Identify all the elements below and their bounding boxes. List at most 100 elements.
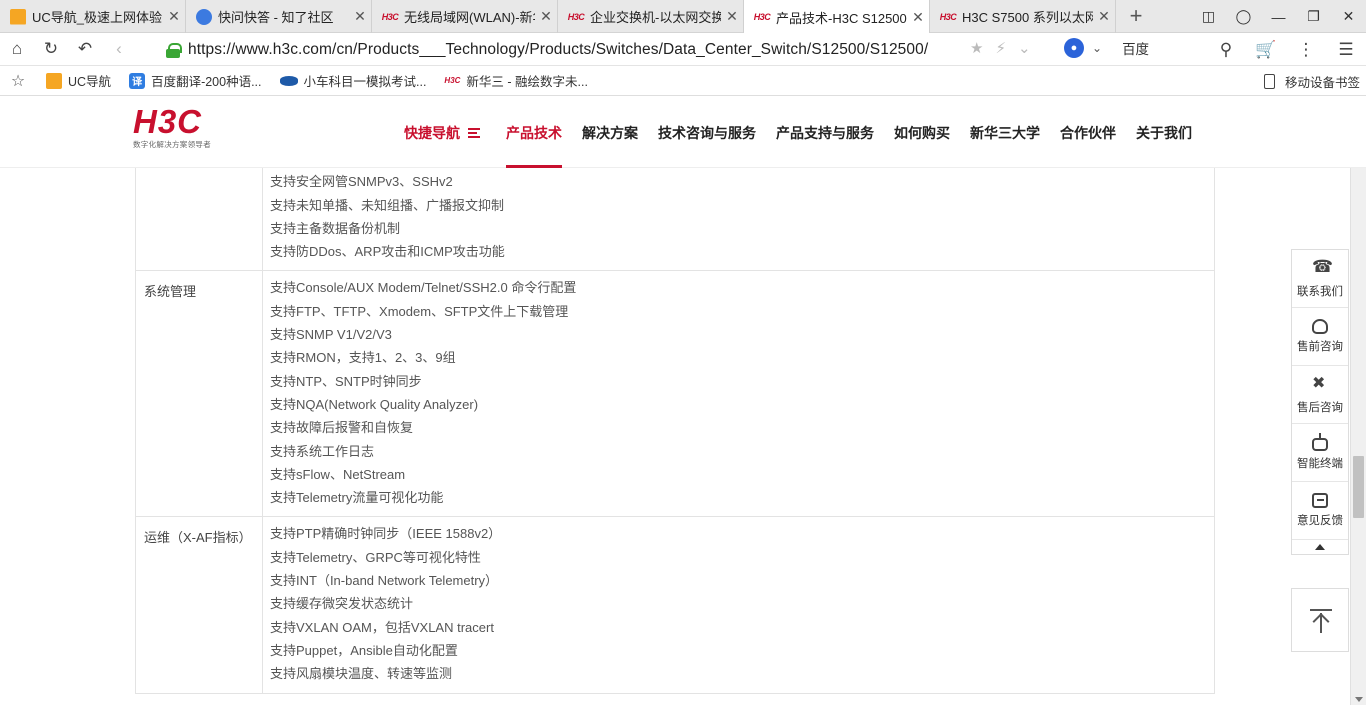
- car-icon: [279, 75, 298, 86]
- nav-item-label: 如何购买: [894, 124, 950, 141]
- new-tab-button[interactable]: +: [1116, 0, 1156, 32]
- nav-item[interactable]: 新华三大学: [960, 97, 1050, 168]
- sidebar-toggle-icon[interactable]: ◫: [1191, 8, 1226, 25]
- bookmark-label: 小车科目一模拟考试...: [303, 75, 427, 89]
- bookmark-label: 百度翻译-200种语...: [151, 75, 262, 89]
- nav-item[interactable]: 如何购买: [884, 97, 960, 168]
- back-to-top-button[interactable]: [1291, 588, 1349, 652]
- mobile-bookmarks[interactable]: 移动设备书签: [1263, 66, 1360, 96]
- nav-item[interactable]: 产品支持与服务: [766, 97, 884, 168]
- close-icon[interactable]: ✕: [721, 8, 743, 25]
- browser-tools: ⚲ 🛒 ⋮ ☰: [1206, 33, 1366, 66]
- float-item[interactable]: 智能终端: [1292, 424, 1348, 482]
- nav-item[interactable]: 关于我们: [1126, 97, 1202, 168]
- scrollbar-thumb[interactable]: [1353, 456, 1364, 518]
- spec-item: 支持防DDos、ARP攻击和ICMP攻击功能: [270, 244, 505, 260]
- browser-tab[interactable]: UC导航_极速上网体验 ✕: [0, 0, 186, 33]
- bookmark-item[interactable]: UC导航: [46, 71, 111, 90]
- spec-values: 支持PTP精确时钟同步（IEEE 1588v2） 支持Telemetry、GRPC…: [263, 517, 1215, 693]
- bookmark-label: UC导航: [68, 75, 112, 89]
- menu-icon[interactable]: ☰: [1326, 40, 1366, 60]
- more-icon[interactable]: ⋮: [1286, 40, 1326, 60]
- float-item[interactable]: 意见反馈: [1292, 482, 1348, 540]
- back-icon[interactable]: ‹: [102, 39, 136, 59]
- nav-item[interactable]: 合作伙伴: [1050, 97, 1126, 168]
- nav-item[interactable]: 解决方案: [572, 97, 648, 168]
- h3c-icon: H3C: [753, 12, 771, 22]
- scroll-down-arrow[interactable]: [1355, 697, 1363, 702]
- tab-title: 产品技术-H3C S12500: [776, 10, 907, 26]
- bookmark-item[interactable]: 译百度翻译-200种语...: [129, 71, 262, 90]
- spec-item: 支持缓存微突发状态统计: [270, 596, 414, 612]
- search-engine-selector[interactable]: ● ⌄ 百度: [1064, 38, 1149, 58]
- spec-item: 支持安全网管SNMPv3、SSHv2: [270, 174, 453, 190]
- spec-item: 支持sFlow、NetStream: [270, 466, 406, 482]
- nav-item[interactable]: 技术咨询与服务: [648, 97, 766, 168]
- star-icon[interactable]: ★: [970, 39, 983, 57]
- reload-icon[interactable]: ↻: [34, 39, 68, 59]
- nav-item[interactable]: 产品技术: [496, 97, 572, 168]
- nav-item-label: 产品支持与服务: [776, 124, 874, 141]
- bookmark-item[interactable]: H3C 新华三 - 融绘数字未...: [444, 71, 588, 90]
- float-collapse-button[interactable]: [1292, 540, 1348, 554]
- browser-tab[interactable]: H3C H3C S7500 系列以太网 ✕: [930, 0, 1116, 33]
- spec-item: 支持NQA(Network Quality Analyzer): [270, 396, 479, 412]
- search-icon[interactable]: ⚲: [1206, 40, 1246, 60]
- browser-tab[interactable]: 快问快答 - 知了社区 ✕: [186, 0, 372, 33]
- nav-item[interactable]: 快捷导航: [394, 97, 490, 168]
- chevron-down-icon[interactable]: ⌄: [1018, 39, 1031, 57]
- spec-item: 支持SNMP V1/V2/V3: [270, 327, 392, 343]
- browser-tab-strip: UC导航_极速上网体验 ✕ 快问快答 - 知了社区 ✕ H3C 无线局域网(WLAN)-新…: [0, 0, 1366, 34]
- float-item[interactable]: 售前咨询: [1292, 308, 1348, 366]
- skin-icon[interactable]: ◯: [1226, 8, 1261, 25]
- window-controls: ◫ ◯ — ❐ ✕: [1191, 0, 1366, 33]
- tab-title: 快问快答 - 知了社区: [218, 10, 334, 25]
- tab-title: 企业交换机-以太网交换: [590, 10, 721, 25]
- spec-item: 支持故障后报警和自恢复: [270, 420, 414, 436]
- home-icon[interactable]: ⌂: [0, 39, 34, 59]
- tools-icon: [1310, 373, 1330, 395]
- spec-values: 支持Console/AUX Modem/Telnet/SSH2.0 命令行配置支…: [263, 271, 1215, 517]
- undo-icon[interactable]: ↶: [68, 39, 102, 59]
- uc-icon: [10, 8, 26, 25]
- close-icon[interactable]: ✕: [163, 8, 185, 25]
- uc-icon: [46, 72, 62, 89]
- h3c-icon: H3C: [381, 11, 399, 22]
- close-icon[interactable]: ✕: [349, 8, 371, 25]
- tab-title: H3C S7500 系列以太网: [962, 10, 1093, 25]
- spec-item: 支持RMON，支持1、2、3、9组: [270, 350, 456, 366]
- close-icon[interactable]: ✕: [1093, 8, 1115, 25]
- spec-item: 支持系统工作日志: [270, 443, 375, 459]
- float-item[interactable]: 售后咨询: [1292, 366, 1348, 424]
- lightning-icon[interactable]: ⚡: [995, 39, 1006, 57]
- bookmark-star-icon[interactable]: ☆: [0, 71, 36, 91]
- bookmark-item[interactable]: 小车科目一模拟考试...: [279, 71, 427, 90]
- browser-tab[interactable]: H3C 产品技术-H3C S12500 ✕: [744, 0, 930, 34]
- cart-icon[interactable]: 🛒: [1246, 40, 1286, 60]
- url-text: https://www.h3c.com/cn/Products___Techno…: [188, 40, 929, 58]
- h3c-logo[interactable]: H3C 数字化解决方案领导者: [133, 105, 211, 150]
- nav-item-label: 解决方案: [582, 124, 638, 141]
- browser-tab[interactable]: H3C 企业交换机-以太网交换 ✕: [558, 0, 744, 33]
- spec-item: 支持FTP、TFTP、Xmodem、SFTP文件上下载管理: [270, 303, 569, 319]
- minimize-button[interactable]: —: [1261, 9, 1296, 25]
- url-field[interactable]: https://www.h3c.com/cn/Products___Techno…: [166, 36, 1046, 63]
- back-to-top-icon: [1310, 609, 1332, 611]
- float-item[interactable]: 联系我们: [1292, 250, 1348, 308]
- spec-item: 支持Puppet，Ansible自动化配置: [270, 642, 458, 658]
- maximize-button[interactable]: ❐: [1296, 8, 1331, 25]
- nav-item-label: 关于我们: [1136, 124, 1192, 141]
- robot-icon: [1312, 433, 1328, 451]
- spec-item: 支持未知单播、未知组播、广播报文抑制: [270, 197, 505, 213]
- close-icon[interactable]: ✕: [535, 8, 557, 25]
- browser-tab[interactable]: H3C 无线局域网(WLAN)-新华 ✕: [372, 0, 558, 33]
- bookmarks-bar: ☆ UC导航 译百度翻译-200种语... 小车科目一模拟考试... H3C 新华三 -…: [0, 66, 1366, 96]
- float-item-label: 售前咨询: [1297, 341, 1343, 353]
- spec-item: 支持主备数据备份机制: [270, 220, 401, 236]
- nav-item-label: 快捷导航: [404, 124, 460, 141]
- close-window-button[interactable]: ✕: [1331, 8, 1366, 25]
- tab-title: 无线局域网(WLAN)-新华: [404, 10, 535, 25]
- page-scrollbar[interactable]: [1350, 168, 1366, 705]
- close-icon[interactable]: ✕: [907, 9, 929, 26]
- translate-icon: 译: [129, 72, 146, 89]
